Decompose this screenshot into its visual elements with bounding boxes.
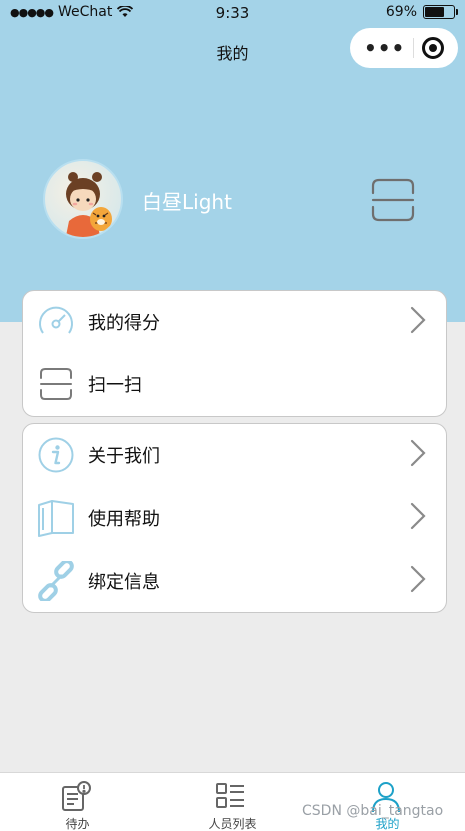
scan-icon (36, 364, 76, 404)
scan-icon[interactable] (370, 177, 416, 227)
menu-group-1: 我的得分 扫一扫 (22, 290, 447, 417)
tab-todo[interactable]: 待办 (0, 773, 155, 831)
chevron-right-icon (410, 306, 426, 338)
mini-program-capsule: ••• (350, 28, 458, 68)
chevron-right-icon (410, 565, 426, 597)
chevron-right-icon (410, 439, 426, 471)
target-icon[interactable] (422, 37, 445, 59)
capsule-divider (413, 38, 415, 58)
tab-label: 待办 (65, 817, 90, 831)
tab-mine[interactable]: 我的 (310, 773, 465, 831)
battery-percent: 69% (385, 4, 417, 20)
menu-item-label: 我的得分 (88, 313, 160, 334)
menu-item-bind-info[interactable]: 绑定信息 (23, 550, 446, 612)
info-icon (36, 435, 76, 475)
menu-item-label: 关于我们 (88, 446, 160, 467)
tab-bar: 待办 人员列表 我的 (0, 772, 465, 831)
tab-people-list[interactable]: 人员列表 (155, 773, 310, 831)
menu-item-about-us[interactable]: 关于我们 (23, 424, 446, 486)
list-icon (214, 781, 248, 815)
menu-item-help[interactable]: 使用帮助 (23, 487, 446, 549)
watermark: CSDN @bai_tangtao (302, 803, 444, 819)
username: 白昼Light (142, 190, 232, 214)
link-icon (36, 561, 76, 601)
battery-icon (423, 5, 458, 19)
chevron-right-icon (410, 502, 426, 534)
menu-item-label: 绑定信息 (88, 572, 160, 593)
status-bar: ●●●●● WeChat 9:33 69% (0, 0, 465, 26)
menu-item-scan[interactable]: 扫一扫 (23, 353, 446, 415)
menu-item-label: 使用帮助 (88, 509, 160, 530)
tab-label: 人员列表 (208, 817, 257, 831)
menu-item-my-score[interactable]: 我的得分 (23, 291, 446, 353)
battery-area: 69% (385, 4, 458, 20)
avatar[interactable] (43, 159, 123, 239)
gauge-icon (36, 302, 76, 342)
menu-item-label: 扫一扫 (88, 375, 142, 396)
menu-group-2: 关于我们 使用帮助 绑定信息 (22, 423, 447, 613)
battery-fill (425, 7, 445, 17)
book-icon (36, 498, 76, 538)
more-dots-icon[interactable]: ••• (364, 36, 405, 60)
todo-icon (59, 781, 93, 815)
